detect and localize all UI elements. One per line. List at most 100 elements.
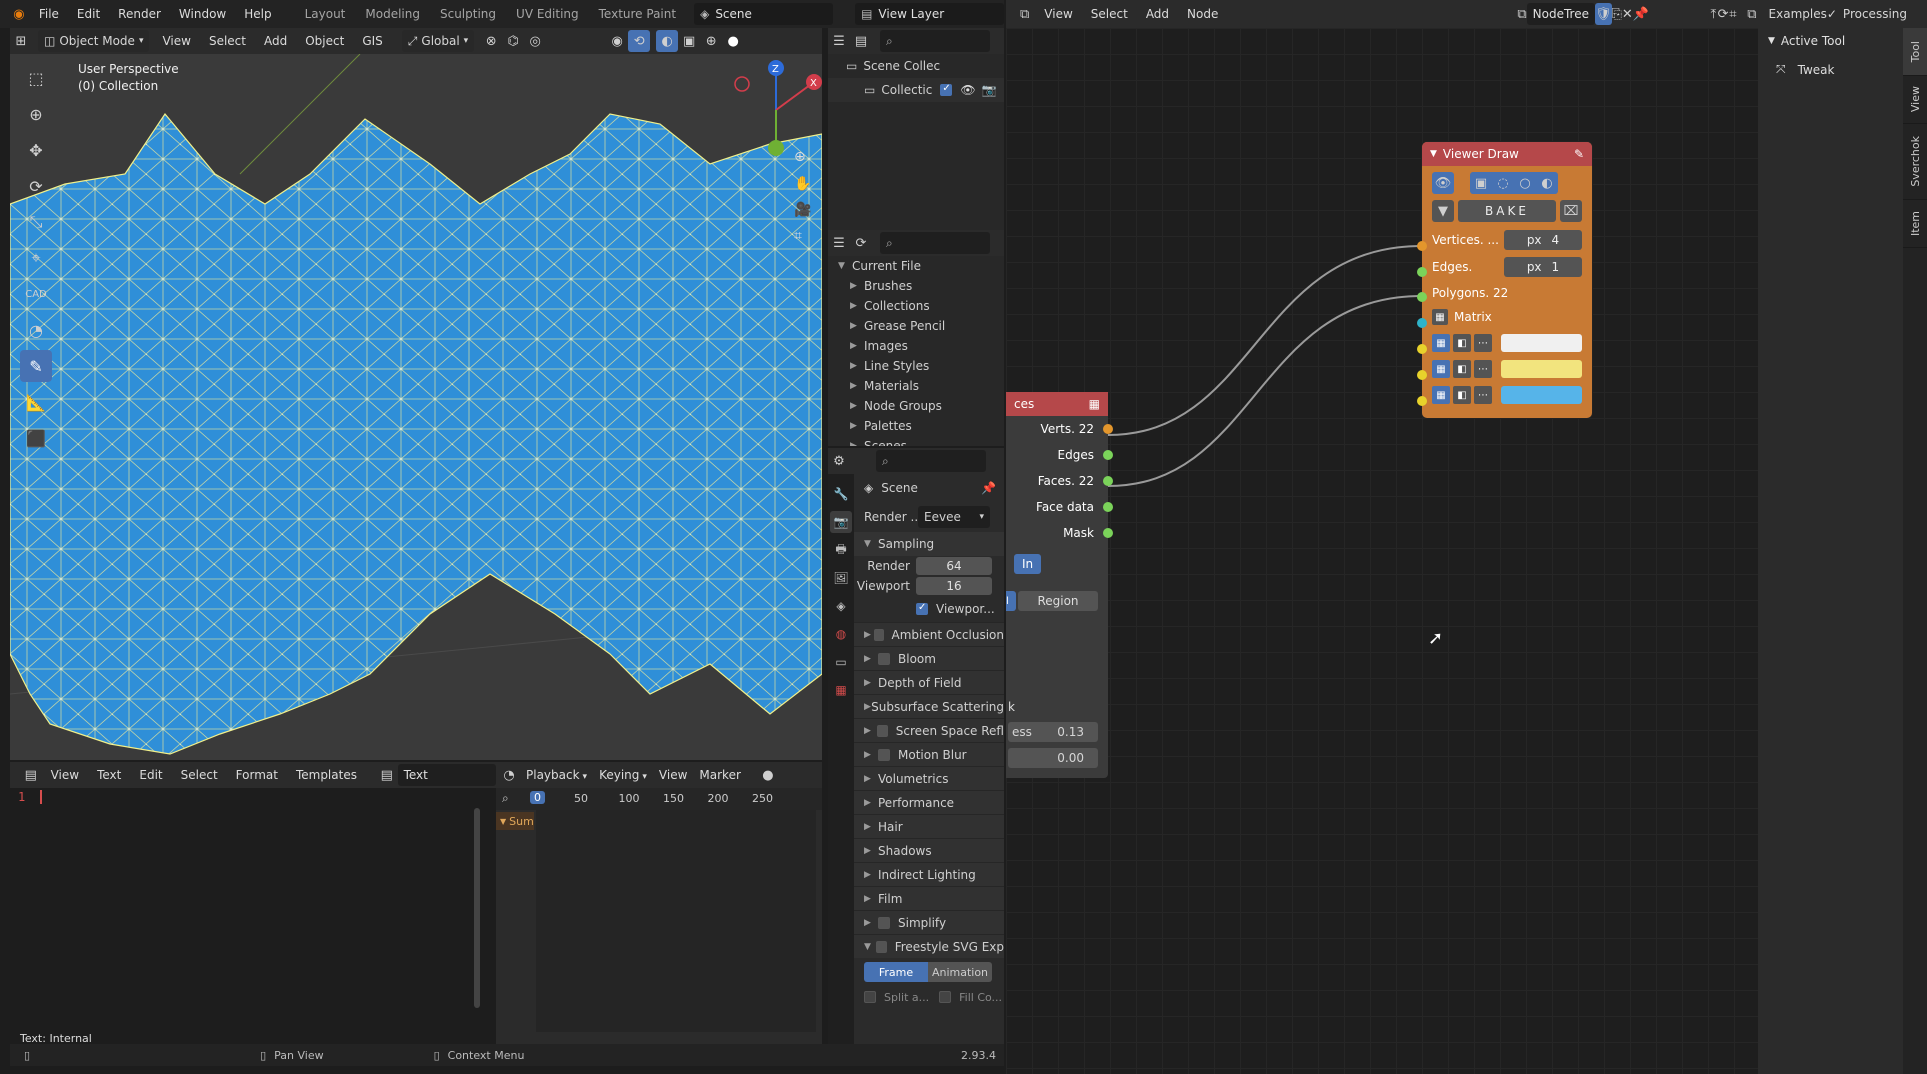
view-icon[interactable]: ▦ [1432,360,1450,378]
frame-button[interactable]: Frame [864,962,928,982]
menu-help[interactable]: Help [235,7,280,21]
face-color-input-socket[interactable] [1417,396,1427,406]
pivot-icon[interactable]: ⊗ [480,30,502,52]
gizmo-icon[interactable]: ⟲ [628,30,651,52]
search-icon[interactable]: ⌕ [502,791,509,806]
sidebar-tab-tool[interactable]: Tool [1903,28,1927,76]
faces-output-socket[interactable] [1103,528,1113,538]
faces-output-socket[interactable] [1103,476,1113,486]
dash-icon[interactable]: ⋯ [1474,334,1492,352]
zoom-icon[interactable]: ⊕ [794,149,806,165]
outliner-editor-icon[interactable]: ☰ [828,30,850,52]
timeline-menu-playback[interactable]: Playback ▾ [520,768,593,782]
render-tab-icon[interactable]: 📷 [830,511,852,533]
view-icon[interactable]: ▦ [1432,386,1450,404]
move-icon[interactable]: ✥ [20,134,52,166]
workspace-tab-texture-paint[interactable]: Texture Paint [589,7,686,21]
faces-output-socket[interactable] [1103,424,1113,434]
circle-icon[interactable]: ○ [1514,172,1536,194]
zero-field[interactable]: 0.00 [1008,748,1098,768]
render-panel-header[interactable]: ▶ Shadows [854,838,1004,862]
workspace-tab-sculpting[interactable]: Sculpting [430,7,506,21]
viewport-denoise-checkbox[interactable] [916,602,928,615]
node-canvas[interactable]: ces ▦ Verts. 22 Edges Faces. 22 Face data Ma… [1006,28,1758,1074]
outliner-scene-collection[interactable]: ▭ Scene Collec [828,54,1004,78]
text-datablock-field[interactable]: Text [397,764,496,786]
solid-shading-icon[interactable]: ● [722,30,744,52]
bake-settings-icon[interactable]: ⌧ [1560,200,1582,222]
in-button[interactable]: In [1014,554,1042,574]
wireframe-shading-icon[interactable]: ⊕ [700,30,722,52]
render-panel-header[interactable]: ▼ Freestyle SVG Exp [854,934,1004,958]
render-panel-header[interactable]: ▶ Volumetrics [854,766,1004,790]
menu-file[interactable]: File [30,7,68,21]
orientation-dropdown[interactable]: ⤢ Global ▾ [401,30,475,52]
node-tree-type-icon[interactable]: ⧉ [1517,3,1526,25]
transform-icon[interactable]: ⌖ [20,242,52,274]
eye-icon[interactable]: 👁 [960,83,975,97]
timeline-editor-icon[interactable]: ◔ [498,764,520,786]
scene-tab-icon[interactable]: ◈ [830,595,852,617]
text-menu-view[interactable]: View [42,768,88,782]
timeline-menu-marker[interactable]: Marker [693,768,746,782]
render-panel-header[interactable]: ▶ Motion Blur [854,742,1004,766]
text-editor[interactable]: 1 Text: Internal [10,788,496,1045]
render-panel-header[interactable]: ▶ Depth of Field [854,670,1004,694]
blendfile-item[interactable]: ▶ Images [828,336,1004,356]
edges-size-field[interactable]: px 1 [1504,257,1582,277]
parent-tree-icon[interactable]: ⤒ [1709,3,1718,25]
bake-button[interactable]: BAKE [1458,200,1556,222]
node-menu-view[interactable]: View [1035,7,1081,21]
render-panel-header[interactable]: ▶ Screen Space Refl [854,718,1004,742]
left-button-fragment[interactable]: l [1006,591,1016,611]
active-tool-header[interactable]: ▼ Active Tool [1758,28,1903,54]
fill-icon[interactable]: ◧ [1453,386,1471,404]
color-swatch[interactable] [1501,360,1582,378]
editor-type-icon[interactable]: ⊞ [10,30,32,52]
workspace-tab-layout[interactable]: Layout [295,7,356,21]
collapse-triangle-icon[interactable]: ▼ [1430,149,1437,159]
collection-tab-icon[interactable]: ▭ [830,651,852,673]
animation-button[interactable]: Animation [928,962,992,982]
render-panel-header[interactable]: ▶ Ambient Occlusion [854,622,1004,646]
vertex-color-input-socket[interactable] [1417,344,1427,354]
pan-hand-icon[interactable]: ✋ [794,176,811,192]
mode-dropdown[interactable]: ◫ Object Mode ▾ [38,30,150,52]
panel-enable-checkbox[interactable] [876,724,888,737]
render-samples-field[interactable]: 64 [916,557,992,575]
outliner[interactable]: ▭ Scene Collec ▭ Collectic 👁 📷 [828,54,1004,230]
sidebar-tab-item[interactable]: Item [1903,200,1927,248]
ortho-grid-icon[interactable]: ⌗ [794,228,802,244]
world-tab-icon[interactable]: ◍ [830,623,852,645]
menu-render[interactable]: Render [109,7,170,21]
panel-enable-checkbox[interactable] [874,628,884,641]
rotate-icon[interactable]: ⟳ [20,170,52,202]
blender-logo-icon[interactable]: ◉ [8,3,30,25]
annotate-cursor-icon[interactable]: ◔ [20,314,52,346]
processing-checkbox[interactable]: ✓ Processing [1827,7,1907,21]
snap-icon[interactable]: ⌬ [502,30,524,52]
scene-selector[interactable]: ◈ Scene [694,3,834,25]
camera-icon[interactable]: 🎥 [794,202,811,218]
eye-icon[interactable]: 👁 [1432,172,1454,194]
viewport-menu-select[interactable]: Select [200,34,255,48]
text-menu-edit[interactable]: Edit [130,768,171,782]
proportional-icon[interactable]: ◎ [524,30,546,52]
panel-enable-checkbox[interactable] [878,652,890,665]
new-tree-icon[interactable]: ⎘ [1612,3,1622,25]
render-panel-header[interactable]: ▶ Simplify [854,910,1004,934]
properties-editor-icon[interactable]: ⚙ [828,450,850,472]
render-panel-header[interactable]: ▶ Subsurface Scattering [854,694,1004,718]
polygons-input-socket[interactable] [1417,292,1427,302]
refresh-circle-icon[interactable]: ◐ [1536,172,1558,194]
edges-input-socket[interactable] [1417,267,1427,277]
render-panel-header[interactable]: ▶ Bloom [854,646,1004,670]
blendfile-item[interactable]: ▶ Collections [828,296,1004,316]
sampling-panel-header[interactable]: ▼ Sampling [854,532,1004,556]
timeline-menu-view[interactable]: View [653,768,693,782]
blendfile-browser[interactable]: ▼ Current File ▶ Brushes ▶ Collections ▶ Grea… [828,256,1004,446]
render-engine-dropdown[interactable]: Eevee ▾ [918,506,990,528]
pin-icon[interactable]: 📌 [981,481,996,495]
faces-output-socket[interactable] [1103,450,1113,460]
output-tab-icon[interactable]: 🖶 [830,539,852,561]
